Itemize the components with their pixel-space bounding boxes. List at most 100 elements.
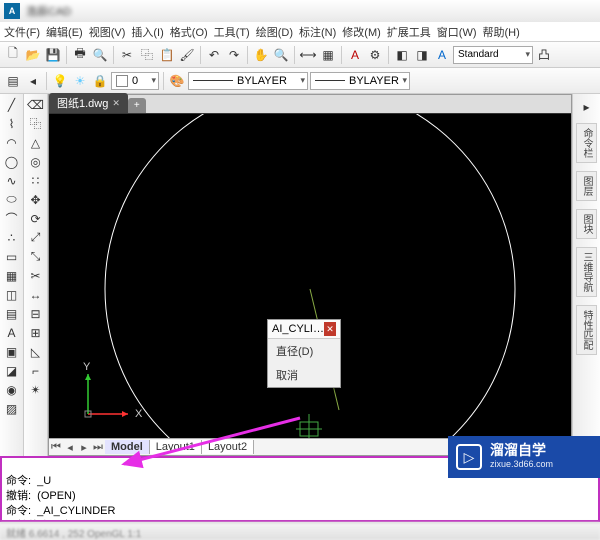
point-icon[interactable]: ∴	[3, 229, 21, 246]
menu-modify[interactable]: 修改(M)	[342, 24, 381, 40]
settings-icon[interactable]: ⚙	[366, 46, 384, 64]
context-item-diameter[interactable]: 直径(D)	[268, 339, 340, 363]
layer-prev-icon[interactable]: ◂	[24, 72, 42, 90]
zoom-icon[interactable]: 🔍	[272, 46, 290, 64]
palette-block[interactable]: 图块	[576, 209, 597, 239]
layout-nav-prev[interactable]: ◂	[63, 441, 77, 454]
mtext-icon[interactable]: 凸	[535, 46, 553, 64]
print-icon[interactable]: 🖶	[71, 46, 89, 64]
undo-icon[interactable]: ↶	[205, 46, 223, 64]
copy-icon[interactable]: ⿻	[138, 46, 156, 64]
menu-file[interactable]: 文件(F)	[4, 24, 40, 40]
spline-icon[interactable]: ∿	[3, 172, 21, 189]
donut-icon[interactable]: ◉	[3, 381, 21, 398]
open-icon[interactable]: 📂	[24, 46, 42, 64]
save-icon[interactable]: 💾	[44, 46, 62, 64]
pan-icon[interactable]: ✋	[252, 46, 270, 64]
layout-nav-first[interactable]: ⏮	[49, 441, 63, 454]
region-icon[interactable]: ◫	[3, 286, 21, 303]
copy2-icon[interactable]: ⿻	[27, 115, 45, 132]
text-style2-icon[interactable]: A	[433, 46, 451, 64]
mirror-icon[interactable]: △	[27, 134, 45, 151]
menu-view[interactable]: 视图(V)	[89, 24, 126, 40]
arc-icon[interactable]: ◠	[3, 134, 21, 151]
block-icon[interactable]: ▣	[3, 343, 21, 360]
move-icon[interactable]: ✥	[27, 191, 45, 208]
layout-tab-2[interactable]: Layout2	[202, 440, 254, 454]
ellipse-icon[interactable]: ⬭	[3, 191, 21, 208]
properties-toolbar: ▤ ◂ 💡 ☀ 🔒 0 🎨 BYLAYER BYLAYER	[0, 68, 600, 94]
layer-lock-icon[interactable]: 🔒	[91, 72, 109, 90]
preview-icon[interactable]: 🔍	[91, 46, 109, 64]
dim-icon[interactable]: ⟷	[299, 46, 317, 64]
table2-icon[interactable]: ▤	[3, 305, 21, 322]
layer-freeze-icon[interactable]: ☀	[71, 72, 89, 90]
wipe-icon[interactable]: ▨	[3, 400, 21, 417]
erase-icon[interactable]: ⌫	[27, 96, 45, 113]
palette-match[interactable]: 特性匹配	[576, 305, 597, 355]
break-icon[interactable]: ⊟	[27, 305, 45, 322]
layout-tab-1[interactable]: Layout1	[150, 440, 202, 454]
polyline-icon[interactable]: ⌇	[3, 115, 21, 132]
color-icon[interactable]: 🎨	[168, 72, 186, 90]
new-icon[interactable]: 🗋	[4, 46, 22, 64]
model-canvas[interactable]: X Y AI_CYLI… ✕ 直径(D) 取消	[49, 114, 571, 438]
palette-toggle-icon[interactable]: ▸	[578, 98, 596, 115]
paste-icon[interactable]: 📋	[158, 46, 176, 64]
scale-icon[interactable]: ⤢	[27, 229, 45, 246]
table-icon[interactable]: ▦	[319, 46, 337, 64]
array-icon[interactable]: ∷	[27, 172, 45, 189]
explode-icon[interactable]: ✴	[27, 381, 45, 398]
menu-insert[interactable]: 插入(I)	[131, 24, 163, 40]
menu-format[interactable]: 格式(O)	[170, 24, 208, 40]
layer-bulb-icon[interactable]: 💡	[51, 72, 69, 90]
redo-icon[interactable]: ↷	[225, 46, 243, 64]
context-item-cancel[interactable]: 取消	[268, 363, 340, 387]
drawing-area: 图纸1.dwg ✕ +	[48, 94, 572, 456]
menu-edit[interactable]: 编辑(E)	[46, 24, 83, 40]
palette-layer[interactable]: 图层	[576, 171, 597, 201]
extra1-icon[interactable]: ◧	[393, 46, 411, 64]
offset-icon[interactable]: ◎	[27, 153, 45, 170]
menu-draw[interactable]: 绘图(D)	[256, 24, 293, 40]
layout-tab-model[interactable]: Model	[105, 440, 150, 454]
chamfer-icon[interactable]: ◺	[27, 343, 45, 360]
status-bar: 就绪 6.6614 , 252 OpenGL 1:1	[0, 522, 600, 540]
ellipse-arc-icon[interactable]: ⌒	[3, 210, 21, 227]
circle-icon[interactable]: ◯	[3, 153, 21, 170]
join-icon[interactable]: ⊞	[27, 324, 45, 341]
layout-nav-last[interactable]: ⏭	[91, 441, 105, 454]
rectangle-icon[interactable]: ▭	[3, 248, 21, 265]
cut-icon[interactable]: ✂	[118, 46, 136, 64]
match-icon[interactable]: 🖌	[178, 46, 196, 64]
menu-extend[interactable]: 扩展工具	[387, 24, 431, 40]
watermark-badge: ▷ 溜溜自学 zixue.3d66.com	[448, 436, 600, 478]
linetype-combo[interactable]: BYLAYER	[188, 72, 308, 90]
menu-tools[interactable]: 工具(T)	[214, 24, 250, 40]
line-icon[interactable]: ╱	[3, 96, 21, 113]
hatch-icon[interactable]: ▦	[3, 267, 21, 284]
file-tab[interactable]: 图纸1.dwg ✕	[49, 93, 128, 113]
close-tab-icon[interactable]: ✕	[112, 98, 120, 109]
menu-window[interactable]: 窗口(W)	[437, 24, 477, 40]
rotate-icon[interactable]: ⟳	[27, 210, 45, 227]
stretch-icon[interactable]: ⤡	[27, 248, 45, 265]
menu-help[interactable]: 帮助(H)	[483, 24, 520, 40]
mtext2-icon[interactable]: A	[3, 324, 21, 341]
trim-icon[interactable]: ✂	[27, 267, 45, 284]
layout-nav-next[interactable]: ▸	[77, 441, 91, 454]
palette-cmd[interactable]: 命令栏	[576, 123, 597, 163]
lineweight-combo[interactable]: BYLAYER	[310, 72, 410, 90]
new-tab-button[interactable]: +	[128, 98, 146, 113]
fillet-icon[interactable]: ⌐	[27, 362, 45, 379]
insert-icon[interactable]: ◪	[3, 362, 21, 379]
text-style-combo[interactable]: Standard	[453, 46, 533, 64]
context-close-icon[interactable]: ✕	[324, 322, 336, 336]
extend-icon[interactable]: ↔	[27, 286, 45, 303]
layer-manager-icon[interactable]: ▤	[4, 72, 22, 90]
menu-dimension[interactable]: 标注(N)	[299, 24, 336, 40]
text-style-icon[interactable]: A	[346, 46, 364, 64]
layer-combo[interactable]: 0	[111, 72, 159, 90]
extra2-icon[interactable]: ◨	[413, 46, 431, 64]
palette-3dnav[interactable]: 三维导航	[576, 247, 597, 297]
